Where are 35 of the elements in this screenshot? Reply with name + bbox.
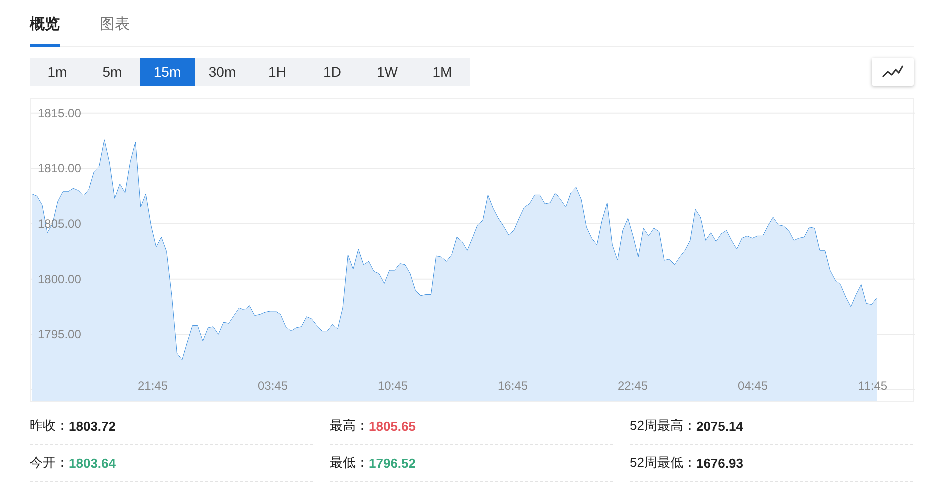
axis-label: 21:45 xyxy=(138,379,168,393)
period-button[interactable]: 1m xyxy=(30,58,85,86)
period-button[interactable]: 1M xyxy=(415,58,470,86)
period-button[interactable]: 1W xyxy=(360,58,415,86)
stat-label: 昨收： xyxy=(30,417,69,435)
period-button[interactable]: 1H xyxy=(250,58,305,86)
axis-label: 1800.00 xyxy=(38,272,82,286)
stat-label: 最低： xyxy=(330,454,369,472)
axis-label: 03:45 xyxy=(258,379,288,393)
stat-value: 1803.64 xyxy=(69,456,116,470)
period-button[interactable]: 30m xyxy=(195,58,250,86)
stat-value: 1805.65 xyxy=(369,418,416,434)
stat-label: 52周最高： xyxy=(630,417,696,435)
stat-value: 2075.14 xyxy=(696,418,744,434)
period-button[interactable]: 5m xyxy=(85,58,140,86)
axis-label: 1810.00 xyxy=(38,162,82,176)
chart-type-button[interactable] xyxy=(872,58,914,86)
stat-value: 1803.72 xyxy=(69,418,116,434)
axis-label: 11:45 xyxy=(858,379,888,393)
stat-label: 52周最低： xyxy=(630,454,696,472)
stat-label: 最高： xyxy=(330,417,369,435)
axis-label: 1815.00 xyxy=(38,106,82,120)
axis-label: 22:45 xyxy=(618,379,648,393)
stat-label: 今开： xyxy=(30,454,69,472)
stat-value: 1676.93 xyxy=(696,456,744,470)
axis-label: 10:45 xyxy=(378,379,408,393)
period-button[interactable]: 1D xyxy=(305,58,360,86)
axis-label: 04:45 xyxy=(738,379,768,393)
line-chart-icon xyxy=(882,65,904,79)
tab[interactable]: 图表 xyxy=(100,15,130,47)
axis-label: 16:45 xyxy=(498,379,528,393)
tab[interactable]: 概览 xyxy=(30,15,60,47)
period-button[interactable]: 15m xyxy=(140,58,195,86)
axis-label: 1795.00 xyxy=(38,328,82,342)
stat-value: 1796.52 xyxy=(369,456,416,470)
